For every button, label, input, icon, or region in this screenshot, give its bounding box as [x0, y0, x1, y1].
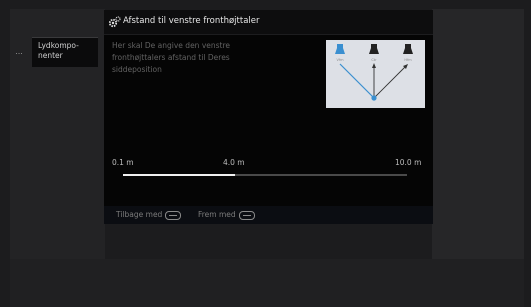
breadcrumb-parent[interactable]: ... — [13, 43, 25, 60]
diagram-label-left: Vfm — [336, 58, 344, 62]
speaker-position-diagram: Vfm Ctr Hfm — [326, 40, 425, 108]
slider-max-label: 10.0 m — [395, 158, 422, 167]
settings-dialog: Afstand til venstre fronthøjttaler Her s… — [104, 10, 433, 224]
slider-mid-label: 4.0 m — [223, 158, 245, 167]
left-speaker-icon — [335, 44, 345, 54]
dialog-title: Afstand til venstre fronthøjttaler — [123, 16, 260, 26]
forward-key-icon — [238, 210, 255, 220]
background-panel-right — [432, 9, 524, 259]
breadcrumb-current-label: Lydkompo-nenter — [38, 41, 79, 60]
diagram-label-right: Hfm — [404, 58, 412, 62]
slider-min-label: 0.1 m — [112, 158, 134, 167]
breadcrumb-current-item[interactable]: Lydkompo-nenter — [32, 37, 98, 67]
gear-icon — [108, 16, 121, 28]
dialog-description: Her skal De angive den venstre fronthøjt… — [112, 41, 231, 74]
forward-hint-label: Frem med — [198, 210, 236, 219]
dialog-header: Afstand til venstre fronthøjttaler — [104, 10, 433, 35]
back-hint-label: Tilbage med — [116, 210, 163, 219]
listener-position-icon — [371, 95, 377, 101]
dialog-footer: Tilbage med Frem med — [104, 206, 433, 224]
back-key-icon — [165, 210, 182, 220]
distance-slider-labels: 0.1 m 4.0 m 10.0 m — [112, 158, 422, 170]
distance-slider-fill — [123, 174, 235, 176]
background-panel-bottom — [10, 259, 524, 307]
center-speaker-icon — [369, 44, 379, 54]
right-speaker-icon — [403, 44, 413, 54]
forward-hint[interactable]: Frem med — [198, 210, 255, 220]
back-hint[interactable]: Tilbage med — [116, 210, 182, 220]
distance-slider[interactable] — [123, 174, 407, 176]
diagram-label-center: Ctr — [371, 58, 377, 62]
